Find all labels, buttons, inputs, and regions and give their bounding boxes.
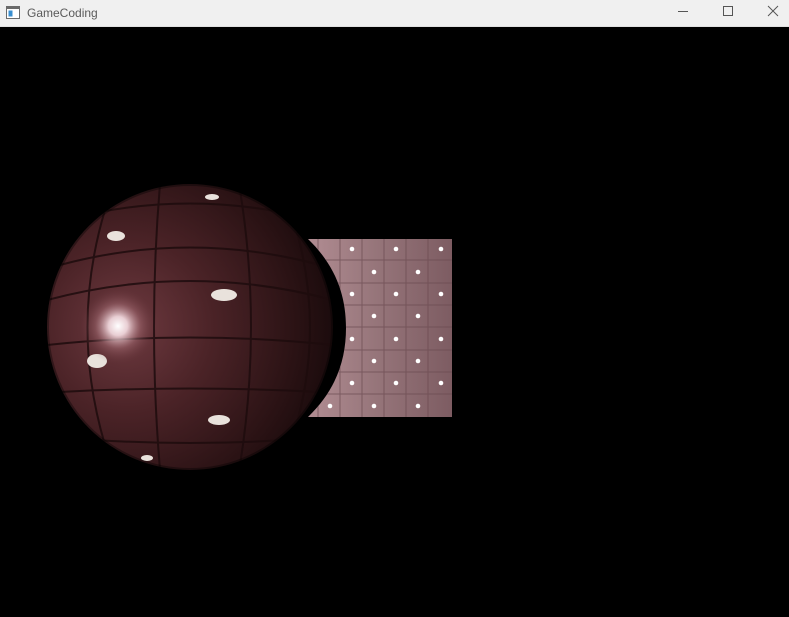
scene-canvas bbox=[45, 182, 452, 472]
minimize-icon bbox=[677, 4, 689, 22]
maximize-icon bbox=[722, 4, 734, 22]
minimize-button[interactable] bbox=[661, 0, 705, 26]
window-title: GameCoding bbox=[27, 6, 98, 20]
close-button[interactable] bbox=[751, 0, 789, 26]
maximize-button[interactable] bbox=[706, 0, 750, 26]
textured-sphere bbox=[45, 182, 335, 472]
app-window: GameCoding bbox=[0, 0, 789, 617]
render-viewport[interactable] bbox=[0, 27, 789, 617]
title-bar[interactable]: GameCoding bbox=[0, 0, 789, 27]
close-icon bbox=[767, 4, 779, 22]
app-window-icon bbox=[6, 6, 20, 19]
